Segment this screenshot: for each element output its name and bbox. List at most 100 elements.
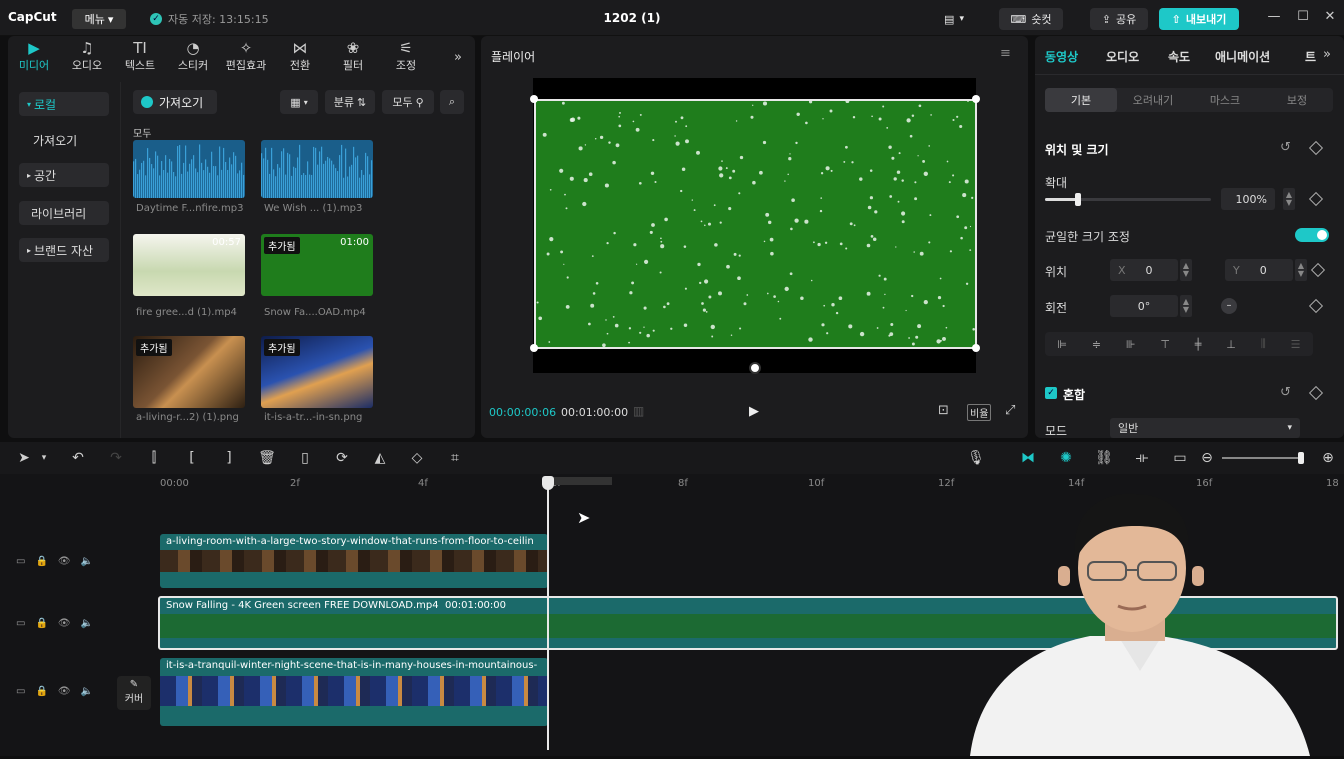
tool-tab-filter[interactable]: ❀ 필터 (327, 40, 379, 78)
tool-tab-audio[interactable]: ♫ 오디오 (61, 40, 113, 78)
microphone-icon[interactable]: 🎙 (966, 449, 986, 467)
align-center-v-icon[interactable]: ╪ (1195, 338, 1202, 351)
keyframe-icon[interactable] (1310, 262, 1326, 278)
speaker-icon[interactable]: 🔈 (81, 618, 93, 629)
media-item[interactable]: 00:57 (133, 234, 245, 296)
link-icon[interactable]: ⛓ (1094, 449, 1114, 467)
tool-tab-adjust[interactable]: ⚟ 조정 (380, 40, 432, 78)
hamburger-icon[interactable]: ≡ (1000, 46, 1011, 61)
resize-handle[interactable] (530, 344, 538, 352)
cover-button[interactable]: ✎ 커버 (117, 676, 151, 710)
keyframe-icon[interactable] (1308, 140, 1324, 156)
share-button[interactable]: ⇪ 공유 (1090, 8, 1148, 30)
preview-axis-icon[interactable]: ⟛ (1132, 449, 1152, 467)
zoom-slider-handle[interactable] (1298, 452, 1304, 464)
eye-icon[interactable]: 👁 (58, 618, 71, 629)
lock-icon[interactable]: 🔒 (35, 618, 47, 629)
scale-slider[interactable] (1045, 193, 1211, 206)
tab-audio[interactable]: 오디오 (1106, 48, 1139, 65)
close-icon[interactable]: ✕ (1318, 9, 1342, 29)
resize-handle[interactable] (972, 95, 980, 103)
align-top-icon[interactable]: ⊤ (1160, 338, 1170, 351)
rotation-dial-icon[interactable]: – (1221, 298, 1237, 314)
align-center-h-icon[interactable]: ≑ (1092, 338, 1101, 351)
tool-tab-sticker[interactable]: ◔ 스티커 (167, 40, 219, 78)
import-button[interactable]: 가져오기 (133, 90, 217, 114)
play-icon[interactable]: ▶ (749, 404, 759, 419)
crop-icon[interactable]: ⌗ (445, 449, 465, 467)
more-tabs-icon[interactable]: » (1323, 47, 1331, 62)
preview-frame[interactable] (534, 99, 977, 349)
position-y-field[interactable]: Y0 (1225, 259, 1293, 281)
rotation-stepper[interactable]: ▲ ▼ (1180, 295, 1192, 317)
keyframe-icon[interactable] (1308, 385, 1324, 401)
section-blend[interactable]: 혼합 (1063, 386, 1085, 403)
tool-tab-text[interactable]: TI 텍스트 (114, 40, 166, 78)
zoom-out-icon[interactable]: ⊖ (1197, 449, 1217, 467)
media-item[interactable]: 추가됨 01:00 (261, 234, 373, 296)
distribute-h-icon[interactable]: ⫼ (1261, 337, 1266, 351)
freeze-icon[interactable]: ▯ (295, 449, 315, 467)
media-item[interactable]: 추가됨 (133, 336, 245, 408)
clip-winter-night[interactable]: it-is-a-tranquil-winter-night-scene-that… (160, 658, 548, 726)
reset-icon[interactable]: ↺ (1280, 385, 1291, 400)
zoom-slider[interactable] (1222, 452, 1304, 464)
maximize-icon[interactable]: ☐ (1291, 9, 1315, 29)
main-track-magnet-icon[interactable]: ⧓ (1018, 449, 1038, 467)
section-position-size[interactable]: 위치 및 크기 (1045, 141, 1109, 158)
fit-view-icon[interactable]: ⊡ (938, 403, 949, 418)
sidebar-item-space[interactable]: ▸ 공간 (19, 163, 109, 187)
display-settings-icon[interactable]: ▭ (1170, 449, 1190, 467)
sidebar-item-import[interactable]: 가져오기 (19, 128, 109, 152)
scale-slider-handle[interactable] (1075, 193, 1082, 206)
align-left-icon[interactable]: ⊫ (1057, 338, 1067, 351)
align-bottom-icon[interactable]: ⊥ (1226, 338, 1236, 351)
tab-animation[interactable]: 애니메이션 (1215, 48, 1270, 65)
menu-button[interactable]: 메뉴 ▾ (72, 9, 126, 29)
position-y-stepper[interactable]: ▲ ▼ (1295, 259, 1307, 281)
sidebar-item-local[interactable]: ▾ 로컬 (19, 92, 109, 116)
split-right-icon[interactable]: ] (219, 449, 239, 467)
position-x-field[interactable]: X0 (1110, 259, 1178, 281)
tab-more[interactable]: 트 (1305, 48, 1316, 65)
media-item[interactable] (133, 140, 245, 198)
search-button[interactable]: ⌕ (440, 90, 464, 114)
rotate-handle-icon[interactable] (749, 362, 761, 374)
minimize-icon[interactable]: — (1262, 9, 1286, 29)
media-item[interactable]: 추가됨 (261, 336, 373, 408)
mirror-icon[interactable]: ◭ (370, 449, 390, 467)
tab-speed[interactable]: 속도 (1168, 48, 1190, 65)
rotate-icon[interactable]: ◇ (407, 449, 427, 467)
keyframe-icon[interactable] (1308, 298, 1324, 314)
tool-tab-effects[interactable]: ✧ 편집효과 (220, 40, 272, 78)
eye-icon[interactable]: 👁 (58, 686, 71, 697)
split-icon[interactable]: ⫿ (144, 449, 164, 467)
subtab-correction[interactable]: 보정 (1261, 88, 1333, 112)
sidebar-item-brand[interactable]: ▸ 브랜드 자산 (19, 238, 109, 262)
zoom-in-icon[interactable]: ⊕ (1318, 449, 1338, 467)
undo-icon[interactable]: ↶ (68, 449, 88, 467)
split-left-icon[interactable]: [ (182, 449, 202, 467)
scale-field[interactable]: 100% (1221, 188, 1275, 210)
media-item[interactable] (261, 140, 373, 198)
redo-icon[interactable]: ↷ (106, 449, 126, 467)
tab-video[interactable]: 동영상 (1045, 48, 1078, 65)
chevron-down-icon[interactable]: ▾ (34, 449, 54, 467)
waveform-toggle-icon[interactable]: ▥ (633, 404, 644, 418)
subtab-cutout[interactable]: 오려내기 (1117, 88, 1189, 112)
reset-icon[interactable]: ↺ (1280, 140, 1291, 155)
ratio-button[interactable]: 비율 (967, 404, 992, 421)
layout-button[interactable]: ▤ ▾ (936, 8, 972, 30)
filter-button[interactable]: 모두 ⚲ (382, 90, 434, 114)
mode-select[interactable]: 일반 ▾ (1110, 418, 1300, 438)
align-right-icon[interactable]: ⊪ (1126, 338, 1136, 351)
sort-button[interactable]: 분류 ⇅ (325, 90, 375, 114)
speaker-icon[interactable]: 🔈 (81, 556, 93, 567)
distribute-v-icon[interactable]: ☰ (1291, 338, 1301, 351)
shortcut-button[interactable]: ⌨ 숏컷 (999, 8, 1063, 30)
tool-tab-media[interactable]: ▶ 미디어 (8, 40, 60, 78)
reverse-icon[interactable]: ⟳ (332, 449, 352, 467)
scale-stepper[interactable]: ▲ ▼ (1283, 188, 1295, 210)
keyframe-icon[interactable] (1308, 191, 1324, 207)
lock-icon[interactable]: 🔒 (35, 686, 47, 697)
